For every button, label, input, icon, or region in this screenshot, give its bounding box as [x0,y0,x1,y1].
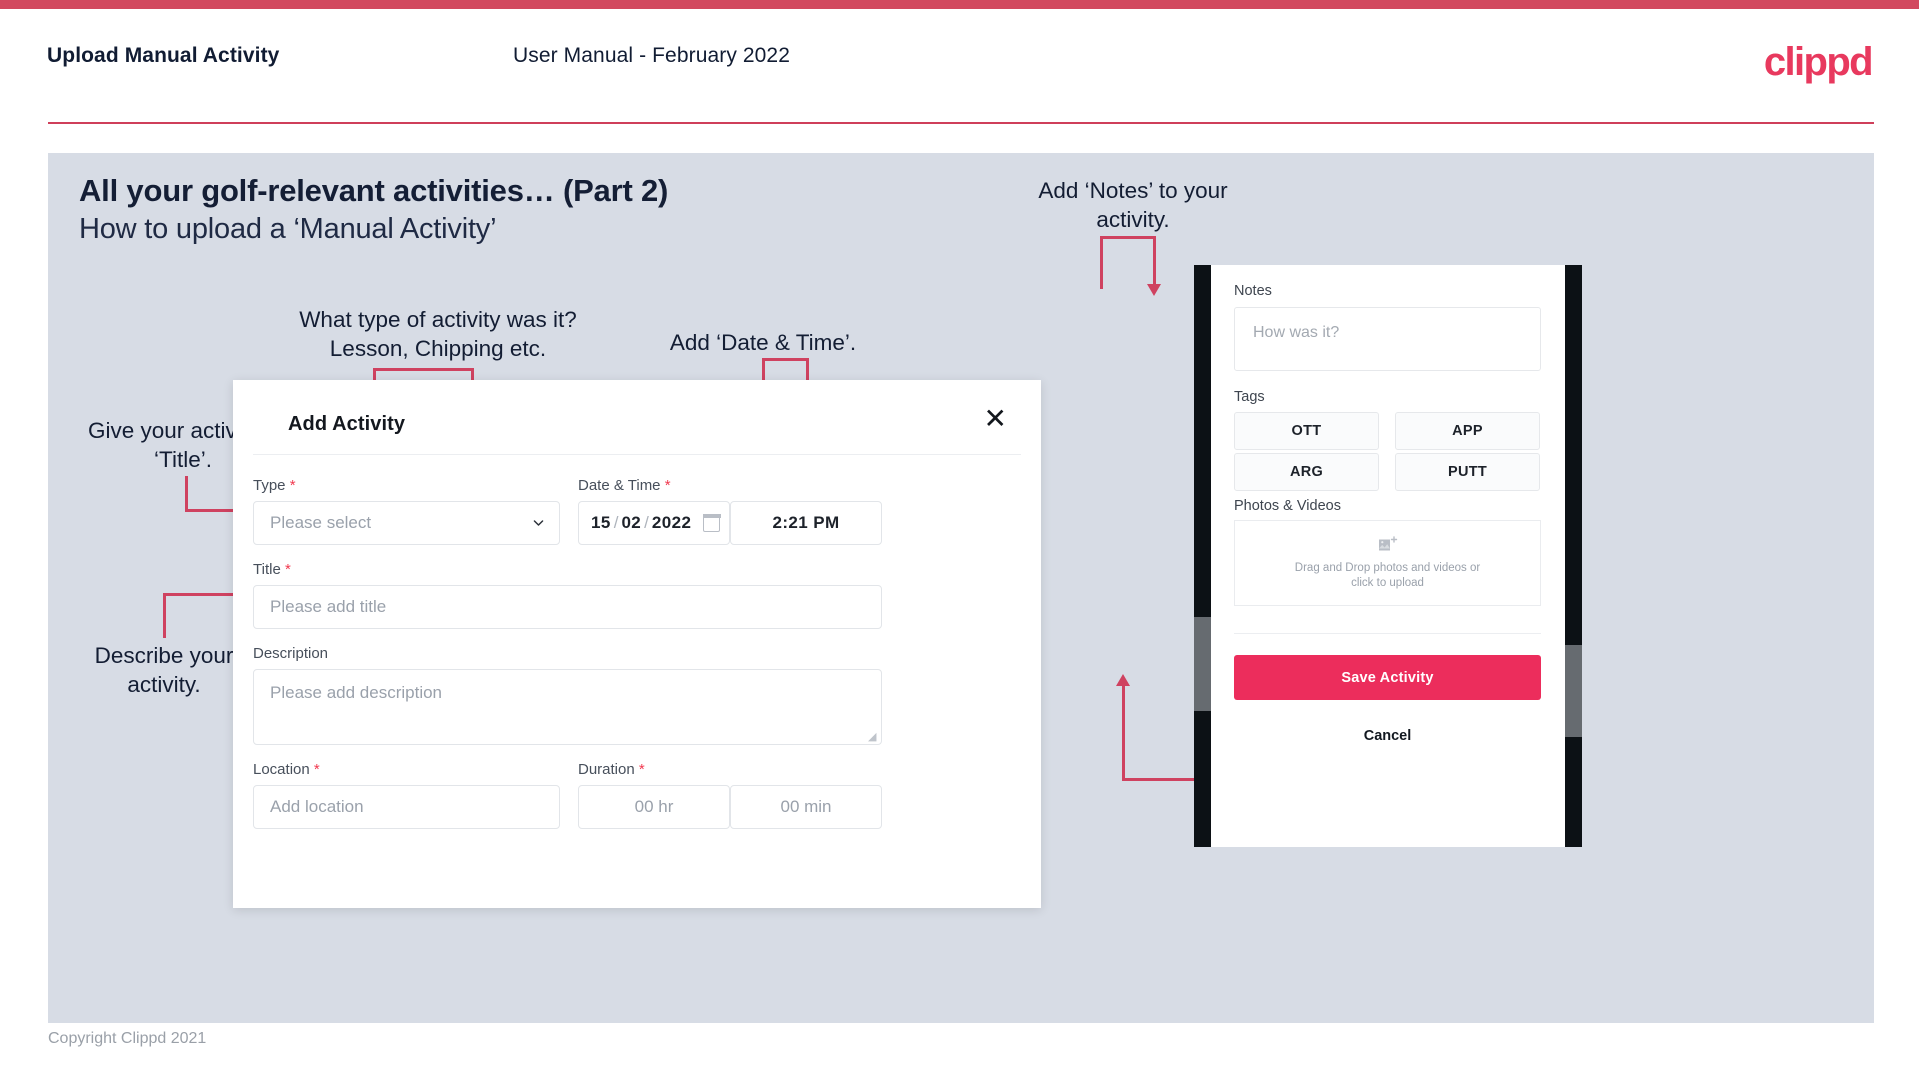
title-label-text: Title [253,561,281,578]
connector-title-v [185,476,188,511]
footer-copyright: Copyright Clippd 2021 [48,1030,207,1047]
top-accent-bar [0,0,1919,9]
tag-button-arg[interactable]: ARG [1234,453,1379,491]
header-subtitle: User Manual - February 2022 [513,44,790,67]
title-input[interactable]: Please add title [253,585,882,629]
phone-power-button-right [1565,645,1582,737]
type-placeholder: Please select [270,513,372,532]
tag-putt-label: PUTT [1447,464,1488,480]
dialog-title: Add Activity [288,413,406,435]
title-label: Title * [253,561,291,578]
save-activity-label: Save Activity [1341,669,1434,686]
add-image-icon [1378,535,1397,550]
tag-app-label: APP [1452,423,1483,439]
location-label: Location * [253,761,320,778]
notes-placeholder: How was it? [1253,324,1340,341]
date-sep-1: / [613,513,619,532]
phone-frame-left [1194,265,1211,847]
date-year: 2022 [651,513,692,532]
dropzone-line-1: Drag and Drop photos and videos or [1294,561,1481,574]
connector-type-h [373,368,473,371]
time-value: 2:21 PM [772,513,840,532]
description-label-text: Description [253,645,329,662]
phone-frame-right [1565,265,1582,847]
location-required-star: * [309,761,320,778]
connector-notes-v1 [1100,236,1103,289]
date-time-label: Date & Time * [578,477,671,494]
add-activity-dialog: Add Activity ✕ Type * Please select Date… [233,380,1041,908]
date-day: 15 [591,513,611,532]
type-select[interactable]: Please select [253,501,560,545]
duration-label: Duration * [578,761,645,778]
title-required-star: * [280,561,291,578]
connector-notes-v2 [1153,236,1156,286]
slide-page: Upload Manual Activity User Manual - Feb… [0,0,1919,1079]
clippd-logo: clippd [1763,40,1874,84]
type-label: Type * [253,477,296,494]
duration-label-text: Duration [578,761,635,778]
connector-save-arrow [1116,674,1130,686]
tags-label: Tags [1234,389,1265,405]
chevron-down-icon [533,520,544,526]
dropzone-line-2: click to upload [1351,576,1424,589]
header-divider [48,122,1874,124]
title-placeholder: Please add title [270,597,387,616]
cancel-button[interactable]: Cancel [1234,715,1541,757]
close-icon[interactable]: ✕ [984,405,1007,433]
duration-hours-placeholder: 00 hr [634,797,674,816]
phone-screen: Notes How was it? Tags OTT APP ARG PUTT [1211,265,1565,847]
duration-minutes-placeholder: 00 min [780,797,832,816]
notes-textarea[interactable]: How was it? [1234,307,1541,371]
phone-divider [1234,633,1541,634]
phone-mockup: Notes How was it? Tags OTT APP ARG PUTT [1194,265,1582,847]
header-title: Upload Manual Activity [47,44,280,67]
time-input[interactable]: 2:21 PM [730,501,882,545]
connector-save-v [1122,685,1125,780]
dialog-divider [253,454,1021,455]
slide-body: All your golf-relevant activities… (Part… [48,153,1874,1023]
save-activity-button[interactable]: Save Activity [1234,655,1541,700]
date-time-required-star: * [660,477,671,494]
location-placeholder: Add location [270,797,364,816]
cancel-label: Cancel [1363,728,1412,744]
page-title: All your golf-relevant activities… (Part… [79,173,669,208]
annotation-date-time: Add ‘Date & Time’. [669,330,857,355]
type-label-text: Type [253,477,286,494]
photo-upload-dropzone[interactable]: Drag and Drop photos and videos or click… [1234,520,1541,606]
location-input[interactable]: Add location [253,785,560,829]
tag-button-app[interactable]: APP [1395,412,1540,450]
duration-hours-input[interactable]: 00 hr [578,785,730,829]
resize-handle-icon[interactable]: ◢ [868,732,878,743]
phone-volume-button-left [1194,617,1211,711]
duration-minutes-input[interactable]: 00 min [730,785,882,829]
connector-dt-h [762,358,808,361]
description-label: Description [253,645,328,662]
connector-desc-v [163,593,166,638]
tag-arg-label: ARG [1289,464,1324,480]
description-textarea[interactable]: Please add description ◢ [253,669,882,745]
calendar-icon[interactable] [702,513,721,532]
date-month: 02 [621,513,642,532]
notes-label: Notes [1234,283,1272,299]
tag-ott-label: OTT [1291,423,1322,439]
duration-required-star: * [634,761,645,778]
location-label-text: Location [253,761,310,778]
annotation-type: What type of activity was it? Lesson, Ch… [299,307,577,361]
dropzone-text: Drag and Drop photos and videos or click… [1295,561,1480,591]
page-subtitle: How to upload a ‘Manual Activity’ [79,213,497,245]
tag-button-putt[interactable]: PUTT [1395,453,1540,491]
tag-button-ott[interactable]: OTT [1234,412,1379,450]
photos-label: Photos & Videos [1234,498,1341,514]
date-time-label-text: Date & Time [578,477,661,494]
date-input[interactable]: 15 / 02 / 2022 [578,501,730,545]
description-placeholder: Please add description [270,683,443,702]
connector-notes-arrow [1147,284,1161,296]
annotation-notes: Add ‘Notes’ to your activity. [1038,178,1228,232]
type-required-star: * [285,477,296,494]
date-sep-2: / [644,513,649,532]
connector-notes-h [1100,236,1155,239]
